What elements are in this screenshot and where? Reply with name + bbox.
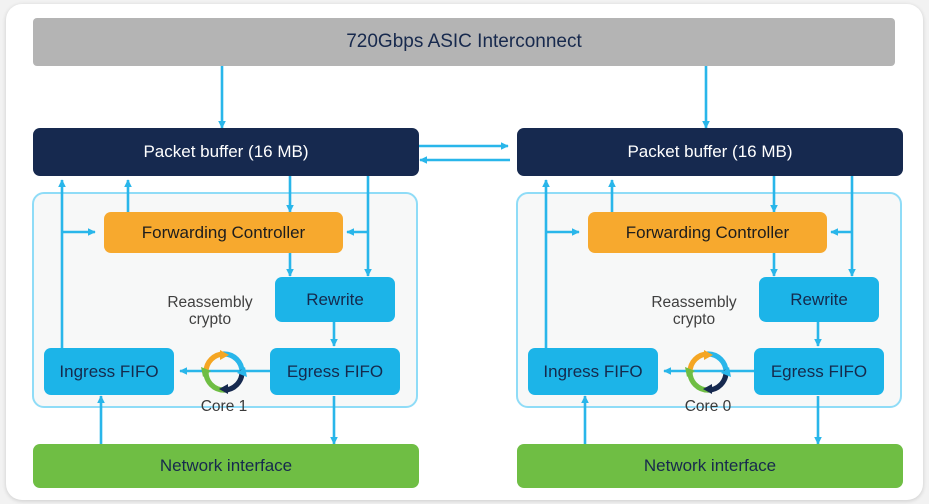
core-0-reassembly-line1: Reassembly (651, 294, 737, 311)
core-0-forwarding-controller: Forwarding Controller (588, 212, 827, 253)
core-0-packet-buffer: Packet buffer (16 MB) (517, 128, 903, 176)
core-1-crypto-line2: crypto (188, 311, 232, 329)
core-0-crypto-line2: crypto (672, 311, 716, 329)
core-1-ingress-fifo: Ingress FIFO (44, 348, 174, 395)
core-1-reassembly-crypto-label: Reassembly crypto (140, 294, 280, 329)
core-0-network-interface: Network interface (517, 444, 903, 488)
core-1-egress-fifo: Egress FIFO (270, 348, 400, 395)
core-0-crypto-loop-icon (685, 350, 731, 394)
core-1-label: Core 1 (200, 398, 248, 415)
core-1-network-interface: Network interface (33, 444, 419, 488)
core-1-packet-buffer: Packet buffer (16 MB) (33, 128, 419, 176)
core-0-rewrite: Rewrite (759, 277, 879, 322)
asic-block-diagram: 720Gbps ASIC Interconnect Packet buffer … (0, 0, 929, 504)
core-1-forwarding-controller: Forwarding Controller (104, 212, 343, 253)
asic-interconnect-bar: 720Gbps ASIC Interconnect (33, 18, 895, 66)
core-1-crypto-loop-icon (201, 350, 247, 394)
core-0-label: Core 0 (684, 398, 732, 415)
core-1-reassembly-line1: Reassembly (167, 294, 253, 311)
core-0-reassembly-crypto-label: Reassembly crypto (624, 294, 764, 329)
core-1-rewrite: Rewrite (275, 277, 395, 322)
core-0-egress-fifo: Egress FIFO (754, 348, 884, 395)
core-0-ingress-fifo: Ingress FIFO (528, 348, 658, 395)
